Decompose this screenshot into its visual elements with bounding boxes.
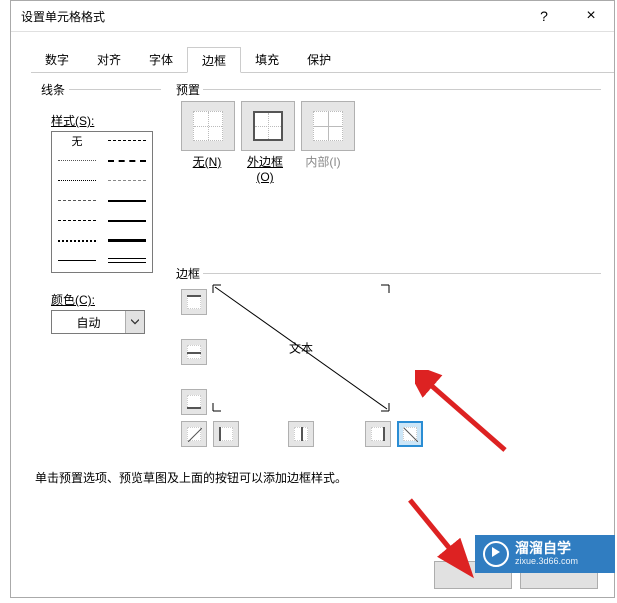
line-style-group: 线条 样式(S): 无 颜色(C): 自动 [41, 81, 171, 334]
preset-inside-label: 内部(I) [297, 153, 349, 184]
border-mid-vertical-button[interactable] [288, 421, 314, 447]
border-bottom-icon [187, 395, 201, 409]
line-style-option[interactable] [102, 172, 152, 190]
color-value: 自动 [52, 313, 125, 331]
border-right-icon [371, 427, 385, 441]
border-right-button[interactable] [365, 421, 391, 447]
line-style-option[interactable] [102, 252, 152, 270]
preset-inside-button[interactable] [301, 101, 355, 151]
help-icon: ? [540, 8, 548, 24]
line-style-option[interactable] [102, 232, 152, 250]
preset-none-button[interactable] [181, 101, 235, 151]
border-left-icon [219, 427, 233, 441]
close-button[interactable]: × [568, 1, 614, 31]
line-style-option[interactable] [52, 232, 102, 250]
border-top-button[interactable] [181, 289, 207, 315]
preset-none-label: 无(N) [181, 153, 233, 184]
style-label: 样式(S): [51, 112, 171, 129]
tab-content: 线条 样式(S): 无 颜色(C): 自动 [11, 73, 614, 85]
border-diagonal-up-button[interactable] [181, 421, 207, 447]
border-mid-horizontal-button[interactable] [181, 339, 207, 365]
border-bottom-button[interactable] [181, 389, 207, 415]
instruction-text: 单击预置选项、预览草图及上面的按钮可以添加边框样式。 [35, 469, 347, 486]
line-style-none[interactable]: 无 [52, 132, 102, 150]
presets-row [181, 101, 355, 151]
format-cells-dialog: 设置单元格格式 ? × 数字 对齐 字体 边框 填充 保护 线条 样式(S): … [10, 0, 615, 598]
preset-none-icon [193, 111, 223, 141]
tab-fill[interactable]: 填充 [241, 47, 293, 73]
color-label: 颜色(C): [51, 291, 171, 308]
tab-alignment[interactable]: 对齐 [83, 47, 135, 73]
tab-font[interactable]: 字体 [135, 47, 187, 73]
tab-number[interactable]: 数字 [31, 47, 83, 73]
preview-text: 文本 [289, 340, 313, 357]
preset-section-label: 预置 [176, 81, 200, 98]
titlebar: 设置单元格格式 ? × [11, 1, 614, 32]
tab-strip: 数字 对齐 字体 边框 填充 保护 [31, 46, 614, 73]
preset-outline-button[interactable] [241, 101, 295, 151]
watermark-title: 溜溜自学 [515, 541, 578, 556]
line-style-listbox[interactable]: 无 [51, 131, 153, 273]
line-style-option[interactable] [102, 152, 152, 170]
help-button[interactable]: ? [524, 1, 564, 31]
border-preview[interactable]: 文本 [211, 283, 391, 413]
line-style-option[interactable] [52, 212, 102, 230]
border-mid-vertical-icon [294, 427, 308, 441]
line-style-option[interactable] [102, 192, 152, 210]
annotation-arrow-1 [415, 370, 515, 470]
tab-border[interactable]: 边框 [187, 47, 241, 73]
dialog-title: 设置单元格格式 [21, 8, 105, 25]
watermark-logo-icon [483, 541, 509, 567]
preset-outline-icon [253, 111, 283, 141]
watermark: 溜溜自学 zixue.3d66.com [475, 535, 615, 573]
watermark-url: zixue.3d66.com [515, 557, 578, 567]
preset-outline-label: 外边框(O) [239, 153, 291, 184]
line-style-option[interactable] [102, 212, 152, 230]
line-style-option[interactable] [52, 192, 102, 210]
color-dropdown[interactable]: 自动 [51, 310, 145, 334]
border-left-button[interactable] [213, 421, 239, 447]
line-style-option[interactable] [52, 152, 102, 170]
border-diagonal-up-icon [187, 427, 201, 441]
line-section-label: 线条 [41, 81, 171, 98]
line-style-option[interactable] [52, 172, 102, 190]
border-section-label: 边框 [176, 265, 200, 282]
chevron-down-icon [125, 311, 144, 333]
tab-protection[interactable]: 保护 [293, 47, 345, 73]
divider [203, 89, 601, 90]
line-style-option[interactable] [102, 132, 152, 150]
divider [203, 273, 601, 274]
close-icon: × [586, 7, 595, 25]
preset-labels: 无(N) 外边框(O) 内部(I) [181, 153, 349, 184]
border-top-icon [187, 295, 201, 309]
border-mid-horizontal-icon [187, 345, 201, 359]
line-style-option[interactable] [52, 252, 102, 270]
preset-inside-icon [313, 111, 343, 141]
